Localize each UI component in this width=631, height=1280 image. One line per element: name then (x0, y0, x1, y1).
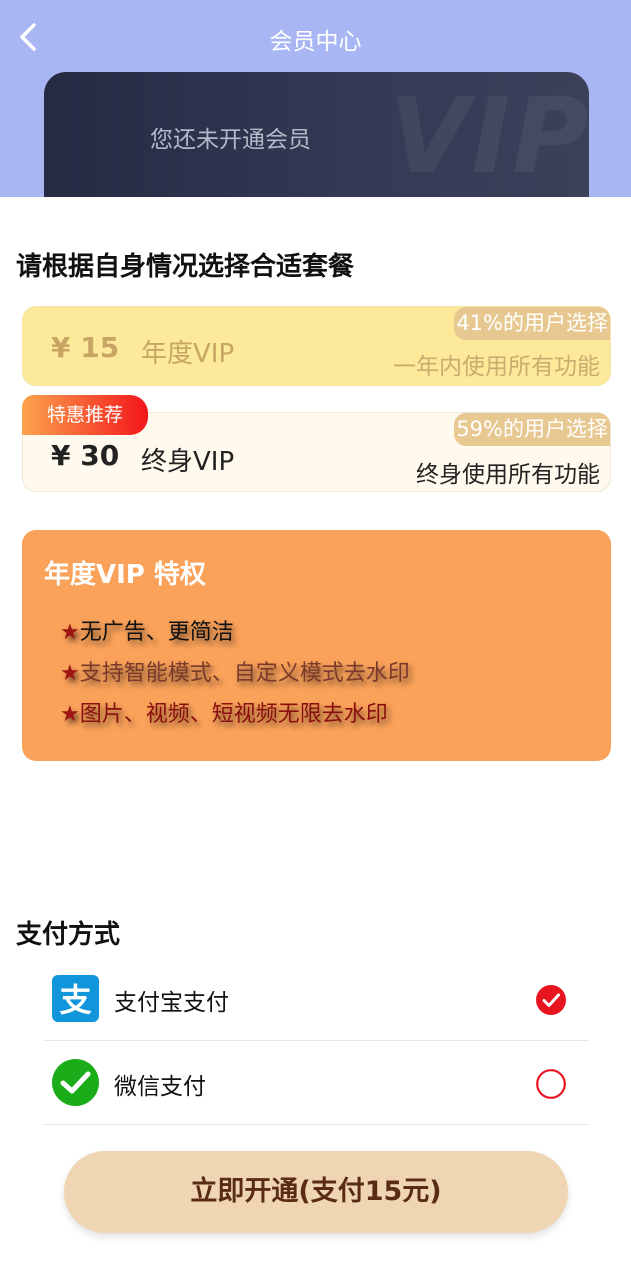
privilege-text: 无广告、更简洁 (79, 620, 234, 645)
payment-label: 微信支付 (114, 1074, 206, 1100)
privilege-item: ★图片、视频、短视频无限去水印 (60, 696, 388, 728)
privilege-text: 支持智能模式、自定义模式去水印 (79, 661, 410, 686)
plan-annual-vip[interactable]: ¥ 15 年度VIP 41%的用户选择 一年内使用所有功能 (22, 306, 611, 386)
checked-circle-icon[interactable] (536, 985, 566, 1015)
svg-text:支: 支 (59, 981, 91, 1019)
star-icon: ★ (60, 702, 80, 727)
plan-share-badge: 59%的用户选择 (454, 413, 610, 446)
plan-description: 一年内使用所有功能 (393, 354, 600, 380)
plan-name: 年度VIP (141, 339, 235, 369)
plan-lifetime-vip[interactable]: ¥ 30 终身VIP 59%的用户选择 终身使用所有功能 特惠推荐 (22, 395, 611, 492)
privileges-title: 年度VIP 特权 (44, 560, 206, 590)
open-membership-button[interactable]: 立即开通(支付15元) (64, 1151, 568, 1233)
unchecked-circle-icon[interactable] (536, 1069, 566, 1099)
vip-watermark: VIP (389, 75, 589, 197)
payment-section-title: 支付方式 (16, 920, 121, 950)
privilege-item: ★支持智能模式、自定义模式去水印 (60, 655, 410, 687)
payment-label: 支付宝支付 (114, 990, 229, 1016)
plan-share-badge: 41%的用户选择 (454, 307, 610, 340)
plans-section-title: 请根据自身情况选择合适套餐 (16, 252, 355, 282)
payment-option-wechat[interactable]: 微信支付 (44, 1041, 589, 1125)
privilege-item: ★无广告、更简洁 (60, 614, 234, 646)
vip-status-text: 您还未开通会员 (150, 127, 311, 153)
plan-description: 终身使用所有功能 (416, 462, 600, 488)
page-title: 会员中心 (269, 29, 362, 55)
plan-price: ¥ 15 (51, 331, 120, 364)
star-icon: ★ (60, 620, 80, 645)
recommend-badge: 特惠推荐 (22, 395, 148, 435)
alipay-icon: 支 (52, 975, 99, 1022)
plan-name: 终身VIP (141, 447, 235, 477)
privileges-card: 年度VIP 特权 ★无广告、更简洁 ★支持智能模式、自定义模式去水印 ★图片、视… (22, 530, 611, 761)
privilege-text: 图片、视频、短视频无限去水印 (79, 702, 388, 727)
payment-option-alipay[interactable]: 支 支付宝支付 (44, 957, 589, 1041)
star-icon: ★ (60, 661, 80, 686)
vip-status-card: VIP 您还未开通会员 (44, 72, 589, 197)
wechat-icon (52, 1059, 99, 1106)
plan-price: ¥ 30 (51, 439, 120, 472)
